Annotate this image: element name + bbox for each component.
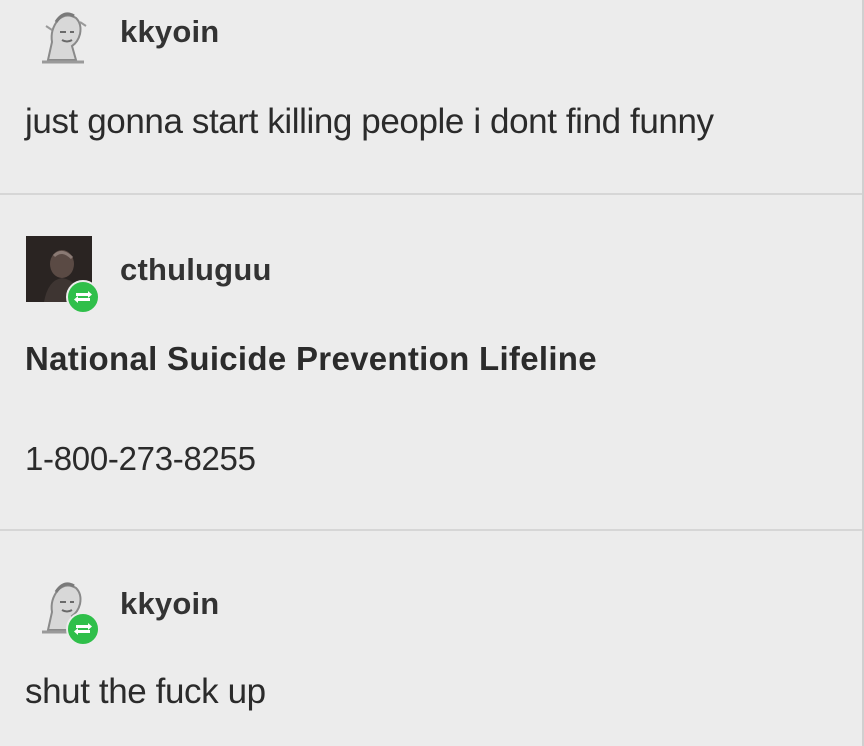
post-cthuluguu: cthuluguu National Suicide Prevention Li… <box>0 194 864 530</box>
sketch-avatar-icon[interactable] <box>30 2 96 68</box>
post-text: just gonna start killing people i dont f… <box>25 102 714 141</box>
reblog-thread: kkyoin just gonna start killing people i… <box>0 0 864 746</box>
username[interactable]: kkyoin <box>120 14 219 50</box>
post-heading: National Suicide Prevention Lifeline <box>25 340 597 377</box>
post-kkyoin-2: kkyoin shut the fuck up <box>0 530 864 746</box>
phone-number: 1-800-273-8255 <box>25 440 256 477</box>
follow-badge-icon[interactable] <box>66 612 100 646</box>
username[interactable]: cthuluguu <box>120 252 272 288</box>
post-kkyoin-1: kkyoin just gonna start killing people i… <box>0 0 864 194</box>
username[interactable]: kkyoin <box>120 586 219 622</box>
post-text: shut the fuck up <box>25 672 266 711</box>
follow-badge-icon[interactable] <box>66 280 100 314</box>
